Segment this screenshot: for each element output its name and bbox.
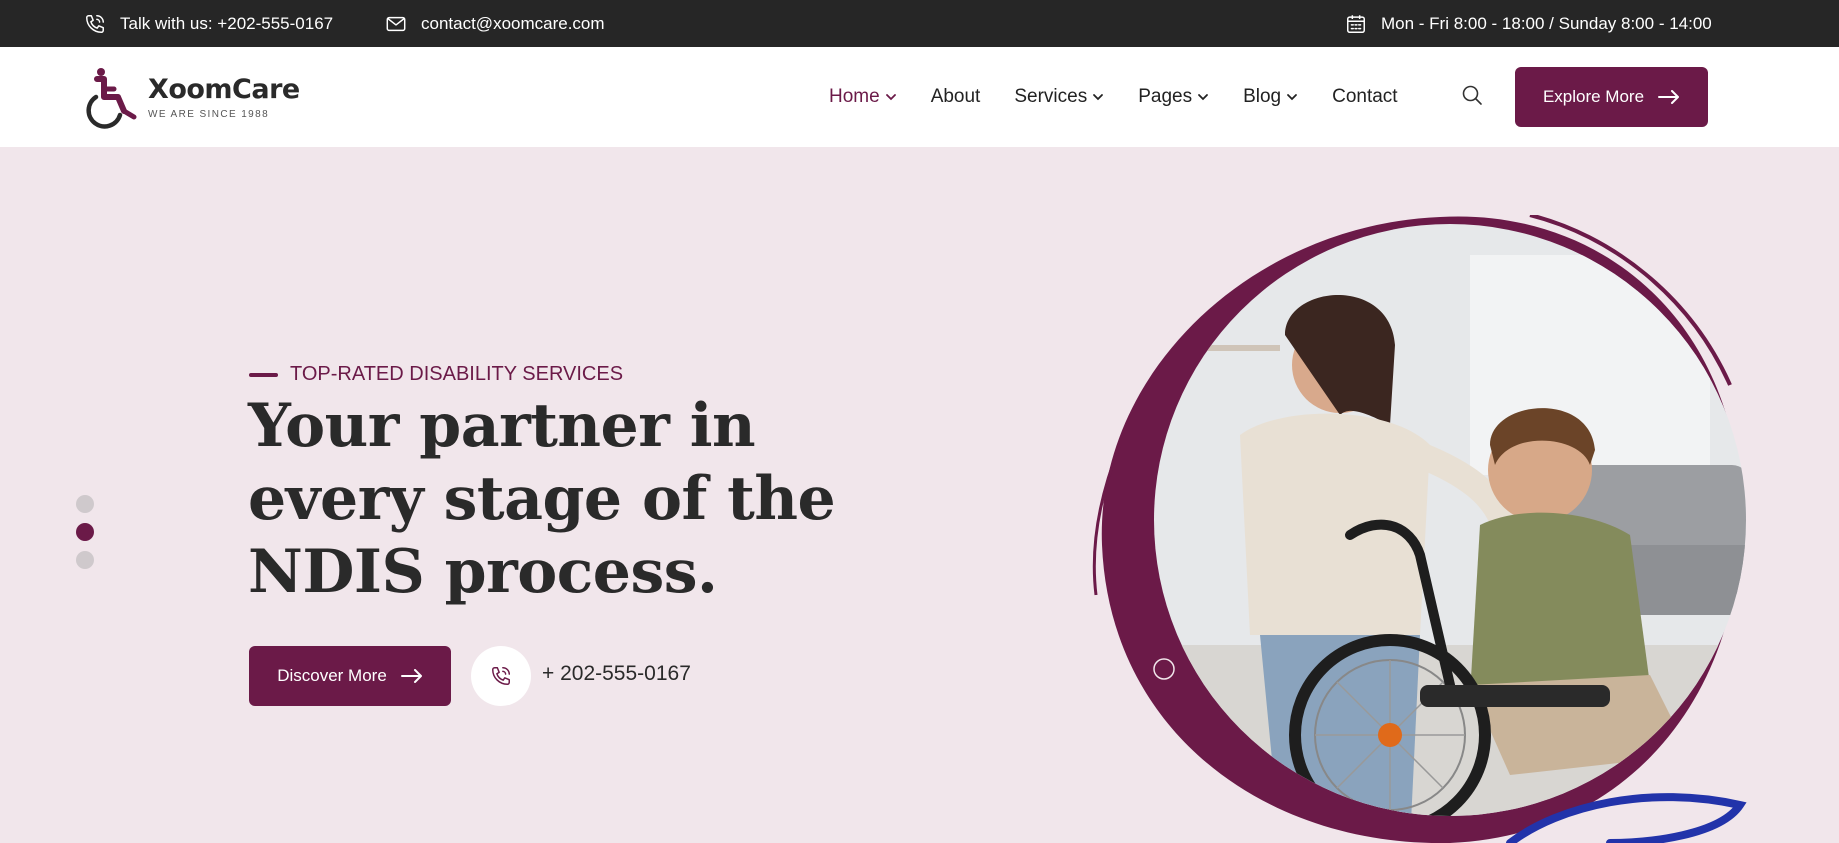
- nav-services[interactable]: Services: [1014, 86, 1104, 108]
- slider-dot-1[interactable]: [76, 495, 94, 513]
- slider-dot-3[interactable]: [76, 551, 94, 569]
- chevron-down-icon: [1198, 94, 1208, 101]
- topbar-hours: Mon - Fri 8:00 - 18:00 / Sunday 8:00 - 1…: [1345, 0, 1712, 47]
- arrow-right-icon: [1658, 90, 1680, 104]
- wheelchair-logo-icon: [86, 68, 137, 129]
- nav-home[interactable]: Home: [829, 86, 897, 108]
- slider-dot-2[interactable]: [76, 523, 94, 541]
- hero-phone-button[interactable]: [471, 646, 531, 706]
- top-info-bar: Talk with us: +202-555-0167 contact@xoom…: [0, 0, 1839, 47]
- arrow-right-icon: [400, 669, 422, 683]
- site-header: XoomCare WE ARE SINCE 1988 Home About Se…: [0, 47, 1839, 147]
- discover-more-button[interactable]: Discover More: [249, 646, 451, 706]
- site-logo[interactable]: XoomCare WE ARE SINCE 1988: [84, 67, 300, 129]
- hero-photo-caregiver-wheelchair: [1092, 215, 1747, 843]
- hero-phone-number[interactable]: + 202-555-0167: [542, 662, 691, 686]
- nav-blog[interactable]: Blog: [1243, 86, 1298, 108]
- phone-icon: [86, 14, 104, 33]
- chevron-down-icon: [885, 94, 896, 101]
- slider-pagination: [76, 495, 94, 569]
- explore-more-button[interactable]: Explore More: [1515, 67, 1708, 127]
- topbar-hours-text: Mon - Fri 8:00 - 18:00 / Sunday 8:00 - 1…: [1381, 13, 1712, 33]
- nav-blog-label: Blog: [1243, 86, 1282, 107]
- nav-contact[interactable]: Contact: [1332, 86, 1397, 108]
- email-icon: [386, 16, 406, 31]
- nav-services-label: Services: [1014, 86, 1088, 107]
- chevron-down-icon: [1093, 94, 1104, 101]
- nav-about-label: About: [930, 86, 981, 107]
- search-icon[interactable]: [1460, 83, 1484, 107]
- brand-tagline: WE ARE SINCE 1988: [148, 109, 270, 120]
- hero-eyebrow: TOP-RATED DISABILITY SERVICES: [249, 363, 623, 386]
- topbar-email-text: contact@xoomcare.com: [421, 13, 605, 33]
- nav-pages[interactable]: Pages: [1138, 86, 1209, 108]
- main-nav: Home About Services Pages Blog Contact: [829, 47, 1398, 147]
- topbar-phone-text: Talk with us: +202-555-0167: [120, 13, 334, 33]
- calendar-icon: [1347, 14, 1365, 33]
- topbar-phone[interactable]: Talk with us: +202-555-0167: [84, 0, 333, 47]
- nav-contact-label: Contact: [1332, 86, 1398, 107]
- eyebrow-line: [249, 372, 278, 377]
- discover-more-label: Discover More: [277, 666, 387, 685]
- phone-icon: [492, 667, 510, 685]
- nav-home-label: Home: [829, 86, 880, 107]
- hero-eyebrow-text: TOP-RATED DISABILITY SERVICES: [290, 363, 624, 385]
- hero-headline: Your partner in every stage of the NDIS …: [248, 391, 836, 607]
- topbar-email[interactable]: contact@xoomcare.com: [385, 0, 605, 47]
- explore-more-label: Explore More: [1542, 87, 1645, 106]
- brand-name: XoomCare: [148, 74, 300, 105]
- chevron-down-icon: [1287, 94, 1298, 101]
- nav-pages-label: Pages: [1138, 86, 1193, 107]
- nav-about[interactable]: About: [931, 86, 981, 108]
